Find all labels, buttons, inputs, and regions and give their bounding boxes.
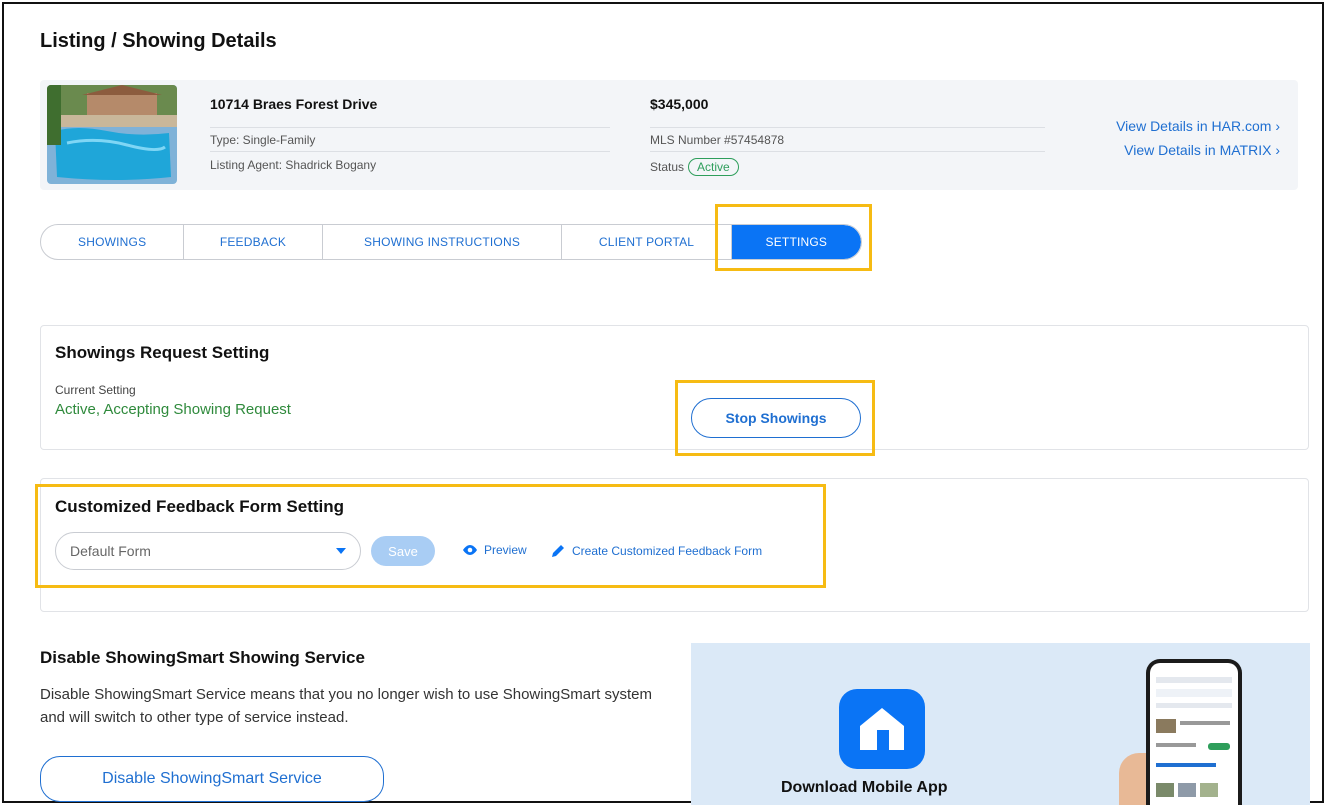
disable-service-button[interactable]: Disable ShowingSmart Service xyxy=(40,756,384,802)
divider xyxy=(650,127,1045,128)
view-har-link[interactable]: View Details in HAR.com › xyxy=(1116,118,1280,134)
mls-number: MLS Number #57454878 xyxy=(650,133,785,147)
current-setting-label: Current Setting xyxy=(55,383,136,397)
feedback-form-section: Customized Feedback Form Setting Default… xyxy=(40,478,1309,612)
status-label: Status xyxy=(650,160,685,174)
preview-link[interactable]: Preview xyxy=(462,543,527,557)
current-setting-value: Active, Accepting Showing Request xyxy=(55,401,291,418)
disable-service-description: Disable ShowingSmart Service means that … xyxy=(40,686,652,726)
create-feedback-form-link[interactable]: Create Customized Feedback Form xyxy=(550,543,762,559)
listing-photo[interactable] xyxy=(47,85,177,184)
section-title: Showings Request Setting xyxy=(55,343,270,362)
save-button[interactable]: Save xyxy=(371,536,435,566)
download-app-label: Download Mobile App xyxy=(781,779,948,796)
showings-request-section: Showings Request Setting Current Setting… xyxy=(40,325,1309,450)
listing-type: Type: Single-Family xyxy=(210,133,316,147)
chevron-down-icon xyxy=(336,548,346,554)
listing-price: $345,000 xyxy=(650,96,709,112)
divider xyxy=(210,151,610,152)
app-promo-banner[interactable]: Download Mobile App xyxy=(691,643,1310,805)
listing-address: 10714 Braes Forest Drive xyxy=(210,96,378,112)
stop-showings-button[interactable]: Stop Showings xyxy=(691,398,861,438)
view-matrix-link[interactable]: View Details in MATRIX › xyxy=(1124,142,1280,158)
disable-service-title: Disable ShowingSmart Showing Service xyxy=(40,648,365,667)
page-title: Listing / Showing Details xyxy=(40,30,277,52)
divider xyxy=(650,151,1045,152)
pencil-icon xyxy=(552,545,564,557)
divider xyxy=(210,127,610,128)
section-title: Customized Feedback Form Setting xyxy=(55,497,345,516)
tab-showing-instructions[interactable]: SHOWING INSTRUCTIONS xyxy=(323,225,563,259)
eye-icon xyxy=(463,545,477,555)
listing-card: 10714 Braes Forest Drive Type: Single-Fa… xyxy=(40,80,1298,190)
status-badge: Active xyxy=(688,158,739,176)
listing-agent: Listing Agent: Shadrick Bogany xyxy=(210,158,377,172)
select-value: Default Form xyxy=(70,543,151,559)
tab-showings[interactable]: SHOWINGS xyxy=(41,225,185,259)
tab-client-portal[interactable]: CLIENT PORTAL xyxy=(562,225,732,259)
app-logo-icon xyxy=(839,689,925,769)
listing-status: Status Active xyxy=(650,158,739,176)
tab-settings[interactable]: SETTINGS xyxy=(731,225,861,259)
phone-mockup-image xyxy=(1146,659,1242,805)
tab-feedback[interactable]: FEEDBACK xyxy=(184,225,323,259)
tab-bar: SHOWINGS FEEDBACK SHOWING INSTRUCTIONS C… xyxy=(40,224,862,260)
feedback-form-select[interactable]: Default Form xyxy=(55,532,361,570)
